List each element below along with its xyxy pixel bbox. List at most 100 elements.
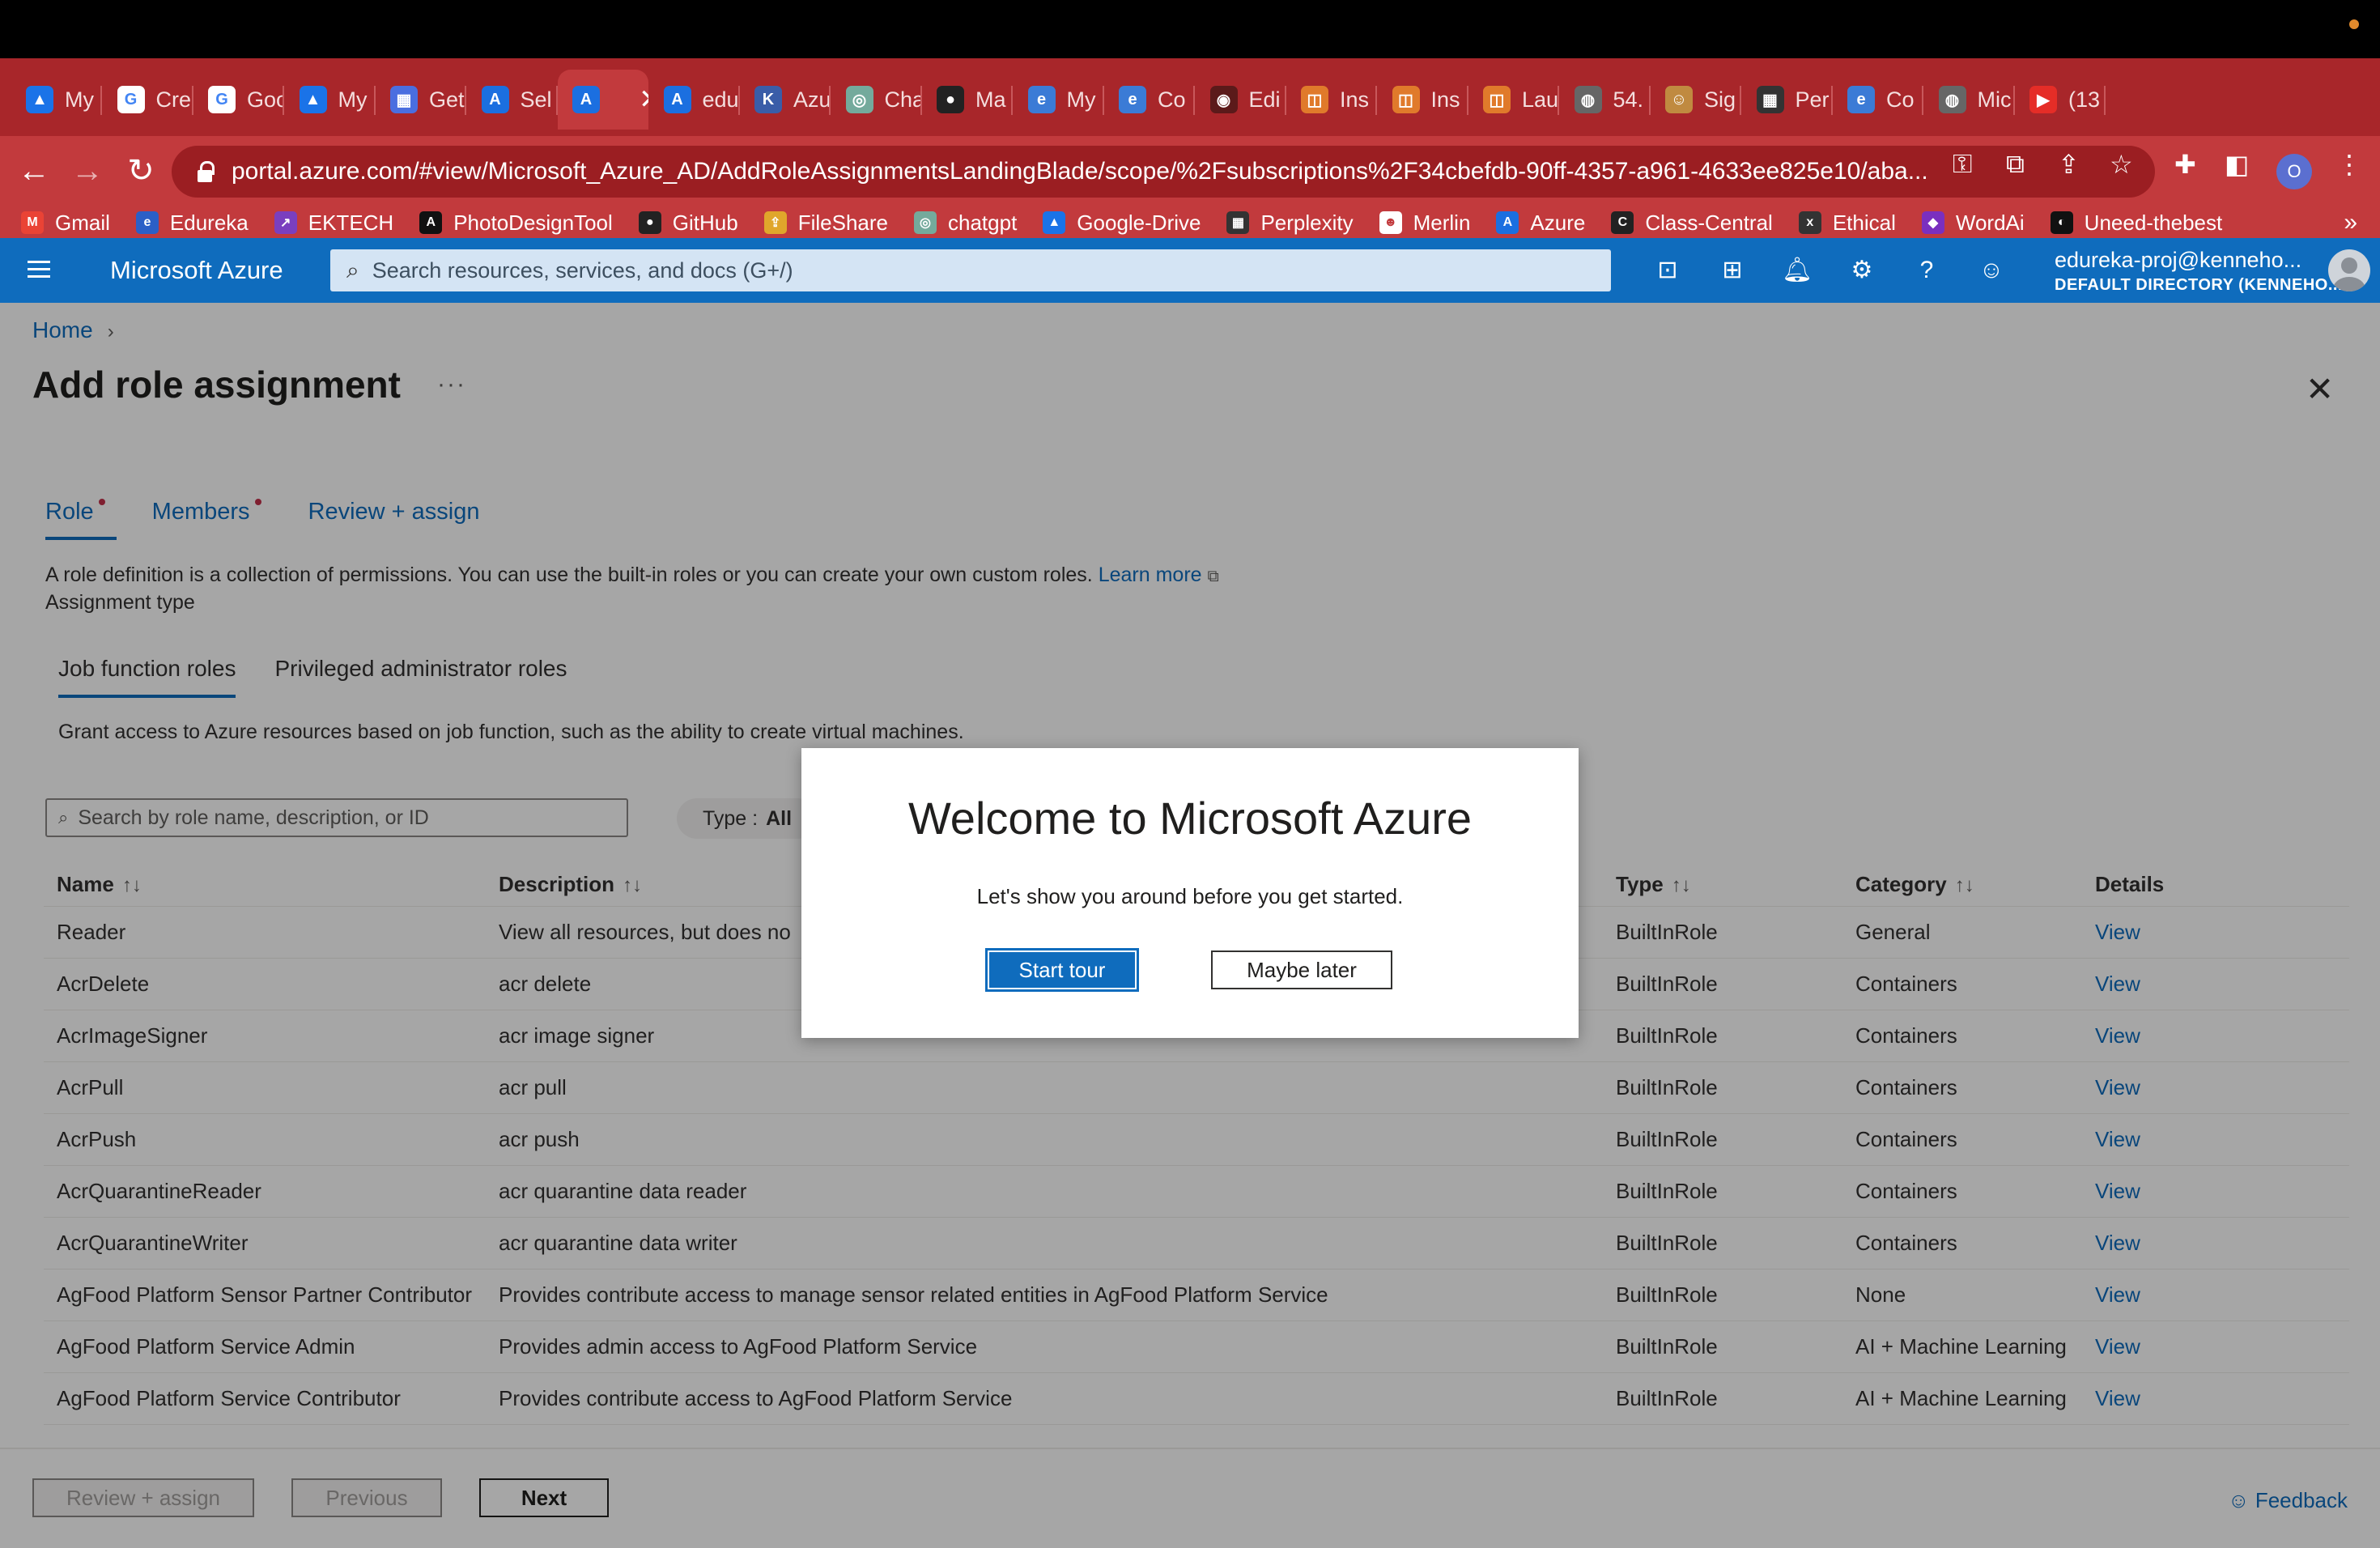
tab-title: Mic	[1977, 87, 2012, 112]
bookmark-item[interactable]: ▦ Perplexity	[1226, 211, 1354, 236]
browser-tab[interactable]: A Sel	[467, 70, 558, 130]
bookmark-favicon-icon: M	[21, 211, 44, 234]
browser-tab[interactable]: ▦ Get	[376, 70, 466, 130]
browser-tab[interactable]: K Azu	[740, 70, 831, 130]
browser-tab[interactable]: ▲ My	[285, 70, 376, 130]
bookmark-item[interactable]: A Azure	[1496, 211, 1585, 236]
browser-tab[interactable]: ◫ Ins	[1286, 70, 1377, 130]
browser-tab[interactable]: ◉ Edi	[1196, 70, 1286, 130]
user-avatar[interactable]	[2328, 249, 2370, 291]
bookmark-label: Class-Central	[1645, 210, 1773, 235]
tab-title: Get	[429, 87, 465, 112]
url-text: portal.azure.com/#view/Microsoft_Azure_A…	[232, 158, 1928, 185]
bookmark-item[interactable]: ⇪ FileShare	[763, 211, 888, 236]
tab-title: Cha	[884, 87, 922, 112]
tab-favicon-icon: ▶	[2029, 86, 2057, 113]
bookmark-item[interactable]: ◆ WordAi	[1921, 210, 2025, 236]
user-directory: DEFAULT DIRECTORY (KENNEHO...	[2055, 276, 2344, 294]
notifications-bell-icon[interactable]: 🔔︎	[1781, 254, 1813, 287]
bookmark-label: PhotoDesignTool	[453, 210, 613, 235]
bookmark-label: EKTECH	[308, 210, 394, 235]
maybe-later-button[interactable]: Maybe later	[1211, 950, 1392, 989]
tab-separator	[2104, 86, 2106, 115]
bookmark-item[interactable]: ◎ chatgpt	[914, 211, 1017, 236]
browser-tab[interactable]: ▶ (13	[2015, 70, 2106, 130]
bookmark-label: Azure	[1530, 210, 1586, 235]
browser-menu-icon[interactable]: ⋮	[2336, 149, 2362, 180]
open-in-app-icon[interactable]: ⧉	[2006, 149, 2025, 180]
tab-close-icon[interactable]: ✕	[639, 83, 648, 116]
browser-tab[interactable]: ◫ Ins	[1378, 70, 1468, 130]
directory-filter-icon[interactable]: ⊞	[1716, 254, 1749, 287]
bookmarks-overflow-icon[interactable]: »	[2344, 207, 2357, 238]
bookmark-favicon-icon: ↗	[274, 211, 297, 234]
bookmark-favicon-icon: ☻	[1379, 211, 1402, 234]
browser-tab[interactable]: ◫ Lau	[1468, 70, 1559, 130]
bookmark-item[interactable]: M Gmail	[21, 211, 110, 236]
settings-gear-icon[interactable]: ⚙	[1846, 254, 1878, 287]
tab-title: Per	[1795, 87, 1830, 112]
browser-toolbar: ← → ↻ portal.azure.com/#view/Microsoft_A…	[0, 136, 2380, 207]
extensions-icon[interactable]: ✚	[2174, 149, 2196, 180]
back-arrow-icon[interactable]: ←	[11, 151, 57, 191]
browser-tab[interactable]: ◎ Cha	[831, 70, 922, 130]
browser-tab[interactable]: G Cre	[103, 70, 193, 130]
browser-tab[interactable]: e Co	[1104, 70, 1195, 130]
azure-header: Microsoft Azure ⌕ Search resources, serv…	[0, 238, 2380, 303]
bookmark-favicon-icon: A	[1496, 211, 1519, 234]
browser-tab[interactable]: ◍ 54.	[1560, 70, 1651, 130]
bookmark-item[interactable]: ● GitHub	[638, 210, 738, 236]
bookmark-item[interactable]: e Edureka	[135, 211, 249, 236]
azure-brand[interactable]: Microsoft Azure	[110, 238, 283, 303]
bookmark-favicon-icon: ◆	[1921, 211, 1944, 234]
forward-arrow-icon[interactable]: →	[65, 151, 110, 191]
tab-favicon-icon: ◫	[1392, 86, 1420, 113]
tab-favicon-icon: ◉	[1209, 86, 1238, 113]
side-panel-icon[interactable]: ◧	[2225, 149, 2249, 180]
bookmark-item[interactable]: ↗ EKTECH	[274, 211, 393, 236]
bookmark-item[interactable]: C Class-Central	[1611, 211, 1773, 236]
browser-tab[interactable]: ◍ Mic	[1924, 70, 2015, 130]
bookmark-label: WordAi	[1955, 210, 2025, 235]
browser-tab[interactable]: ☺ Sig	[1651, 70, 1741, 130]
tab-title: Sel	[520, 87, 552, 112]
bookmark-label: GitHub	[672, 210, 738, 235]
global-search-input[interactable]: ⌕ Search resources, services, and docs (…	[330, 249, 1611, 291]
tab-title: My	[1066, 87, 1096, 112]
bookmark-favicon-icon: ▲	[1043, 211, 1066, 234]
browser-tab-active[interactable]: A✕	[558, 70, 648, 130]
browser-tab[interactable]: Aedu	[649, 70, 740, 130]
help-icon[interactable]: ?	[1910, 254, 1943, 287]
tab-title: My	[338, 87, 368, 112]
browser-tab[interactable]: e My	[1014, 70, 1104, 130]
browser-tab[interactable]: G Goo	[193, 70, 284, 130]
cloud-shell-icon[interactable]: ⊡	[1651, 254, 1684, 287]
bookmark-favicon-icon: ⇪	[763, 211, 787, 234]
tab-favicon-icon: ☺	[1665, 86, 1693, 113]
browser-tab[interactable]: ● Ma	[922, 70, 1013, 130]
bookmark-label: Merlin	[1413, 210, 1471, 235]
bookmark-label: Ethical	[1832, 210, 1896, 235]
share-icon[interactable]: ⇪	[2058, 149, 2080, 180]
reload-icon[interactable]: ↻	[118, 151, 164, 191]
browser-tab[interactable]: e Co	[1833, 70, 1923, 130]
bookmark-item[interactable]: A PhotoDesignTool	[419, 211, 613, 236]
portal-menu-icon[interactable]	[28, 261, 50, 279]
bookmark-item[interactable]: ▲ Google-Drive	[1043, 211, 1201, 236]
profile-avatar[interactable]: O	[2276, 154, 2312, 189]
welcome-title: Welcome to Microsoft Azure	[907, 793, 1473, 844]
tab-favicon-icon: ●	[937, 86, 964, 113]
browser-tab[interactable]: ▦ Per	[1742, 70, 1833, 130]
address-bar[interactable]: portal.azure.com/#view/Microsoft_Azure_A…	[172, 146, 2155, 198]
start-tour-button[interactable]: Start tour	[985, 948, 1139, 992]
feedback-icon[interactable]: ☺	[1975, 254, 2008, 287]
bookmark-star-icon[interactable]: ☆	[2110, 149, 2133, 180]
bookmark-item[interactable]: x Ethical	[1798, 210, 1896, 236]
tab-favicon-icon: e	[1119, 86, 1146, 113]
browser-tab[interactable]: ▲ My	[11, 70, 102, 130]
key-icon[interactable]: ⚿	[1953, 149, 1972, 180]
bookmark-item[interactable]: ◐ Uneed-thebest	[2050, 211, 2222, 236]
tab-favicon-icon: A	[481, 86, 509, 113]
bookmark-item[interactable]: ☻ Merlin	[1379, 210, 1471, 236]
account-info[interactable]: edureka-proj@kenneho... DEFAULT DIRECTOR…	[2055, 248, 2343, 295]
